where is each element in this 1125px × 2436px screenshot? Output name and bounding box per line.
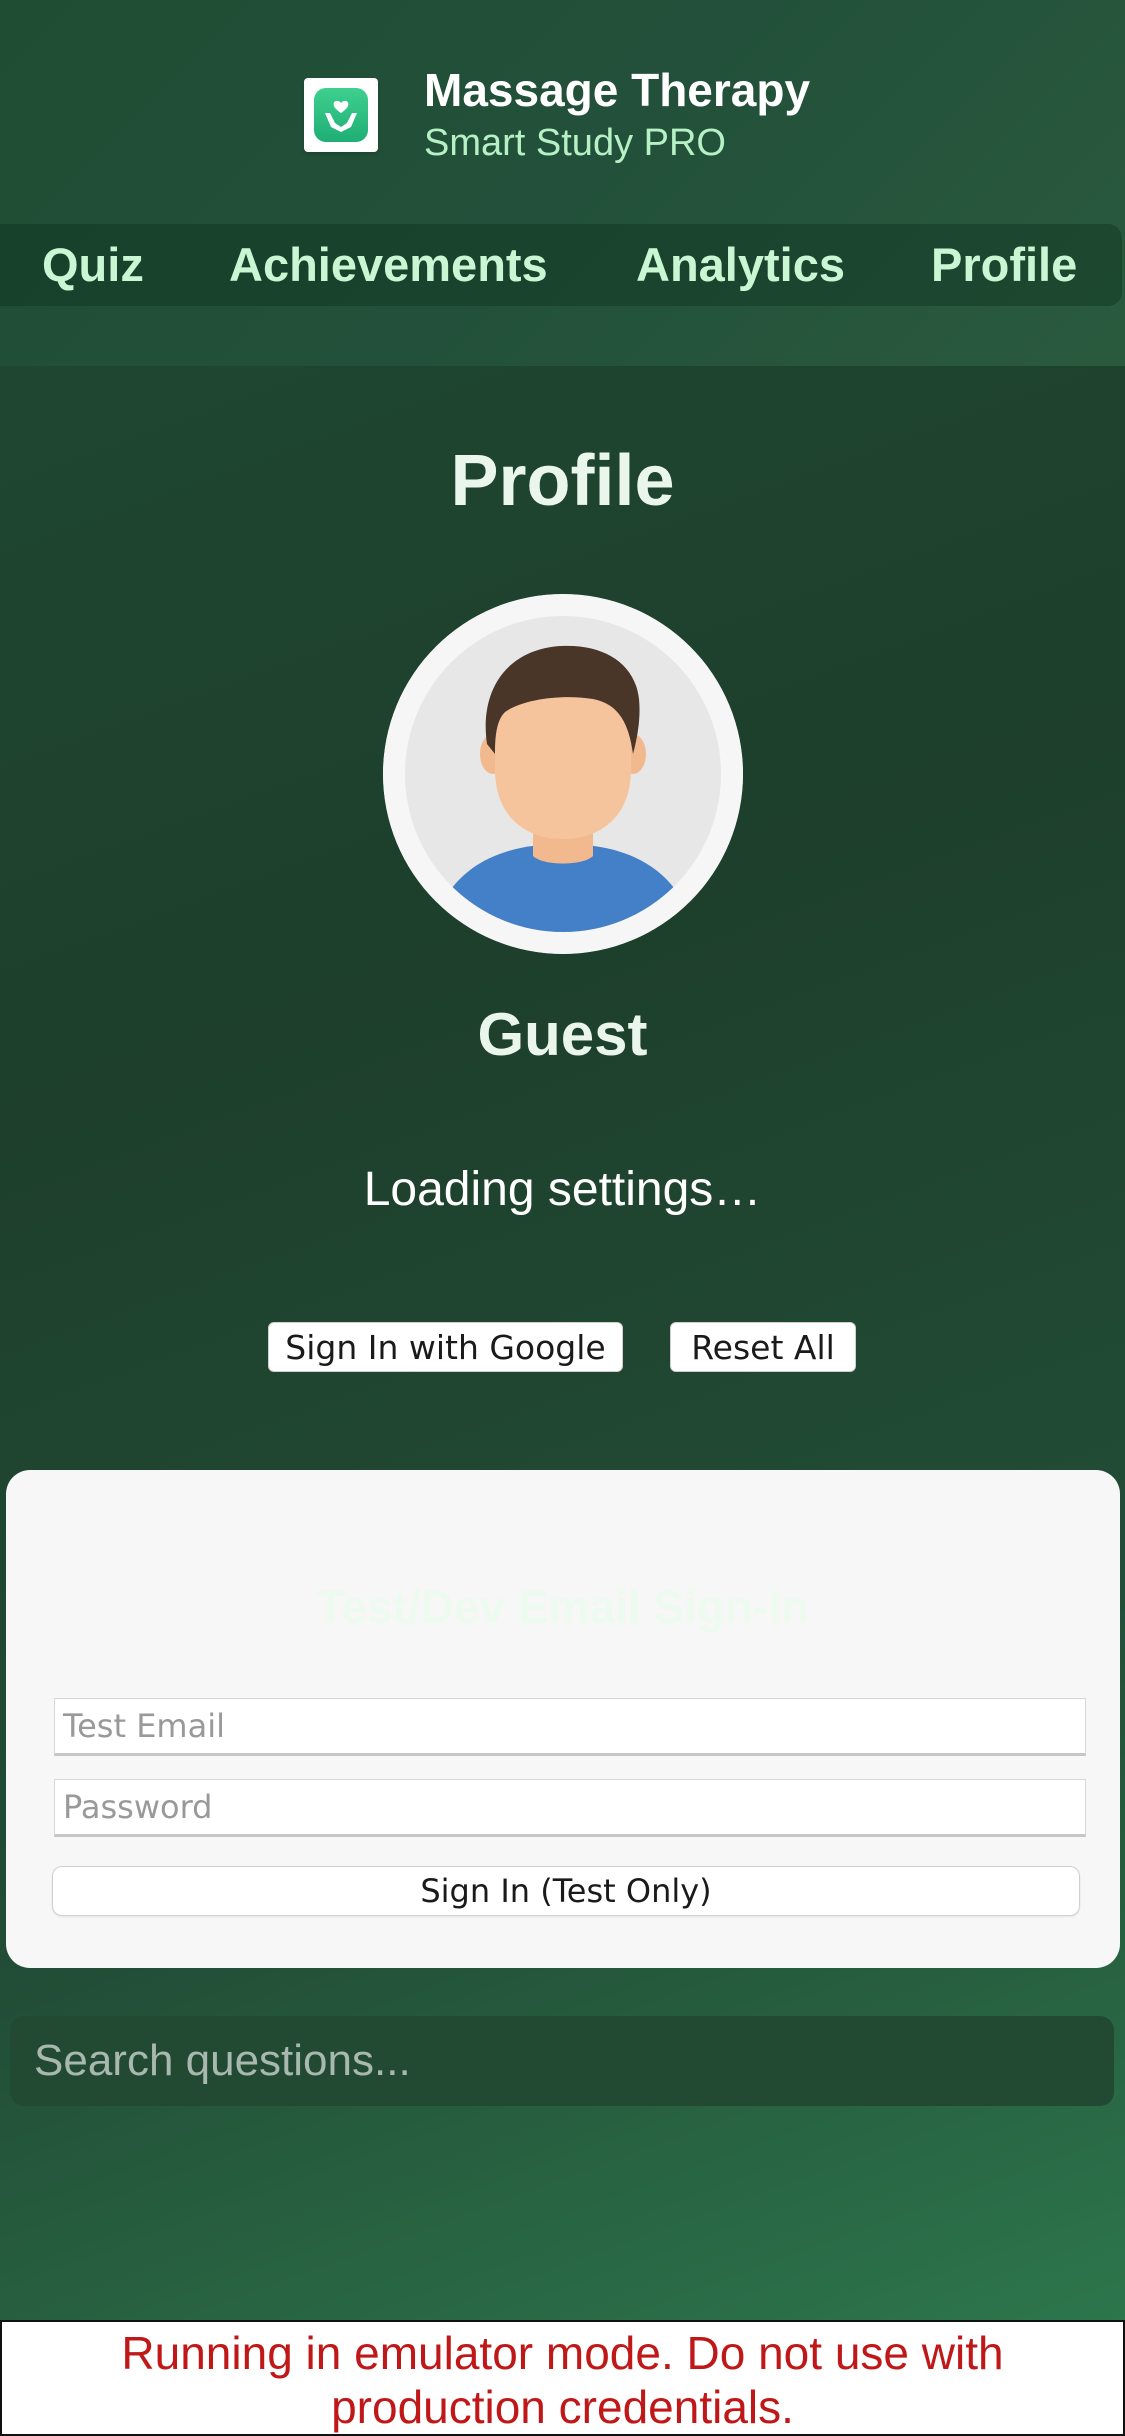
emulator-warning-line-1: Running in emulator mode. Do not use wit… (121, 2327, 1004, 2379)
reset-all-button[interactable]: Reset All (670, 1322, 856, 1372)
nav-item-profile[interactable]: Profile (931, 224, 1077, 306)
test-signin-card: Test/Dev Email Sign-In Test Email Passwo… (6, 1470, 1120, 1968)
nav-item-quiz[interactable]: Quiz (42, 224, 144, 306)
test-email-field[interactable]: Test Email (54, 1698, 1086, 1756)
password-field[interactable]: Password (54, 1779, 1086, 1837)
nav-item-achievements[interactable]: Achievements (229, 224, 548, 306)
settings-status: Loading settings… (363, 1163, 762, 1216)
app-subtitle: Smart Study PRO (424, 122, 726, 164)
test-signin-title: Test/Dev Email Sign-In (316, 1581, 810, 1633)
user-name: Guest (477, 1001, 648, 1068)
page-title: Profile (450, 441, 675, 521)
google-signin-button[interactable]: Sign In with Google (268, 1322, 623, 1372)
main-nav: Quiz Achievements Analytics Profile (0, 224, 1122, 306)
emulator-warning-line-2: production credentials. (331, 2381, 794, 2433)
helping-hands-icon (304, 78, 378, 152)
nav-item-analytics[interactable]: Analytics (636, 224, 845, 306)
emulator-warning-banner: Running in emulator mode. Do not use wit… (0, 2320, 1125, 2436)
brand: Massage Therapy Smart Study PRO (304, 62, 810, 168)
app-title: Massage Therapy (424, 64, 811, 116)
default-user-avatar (383, 594, 743, 954)
search-input[interactable]: Search questions... (10, 2016, 1114, 2106)
test-signin-button[interactable]: Sign In (Test Only) (52, 1866, 1080, 1916)
app-header: Massage Therapy Smart Study PRO Quiz Ach… (0, 0, 1125, 366)
